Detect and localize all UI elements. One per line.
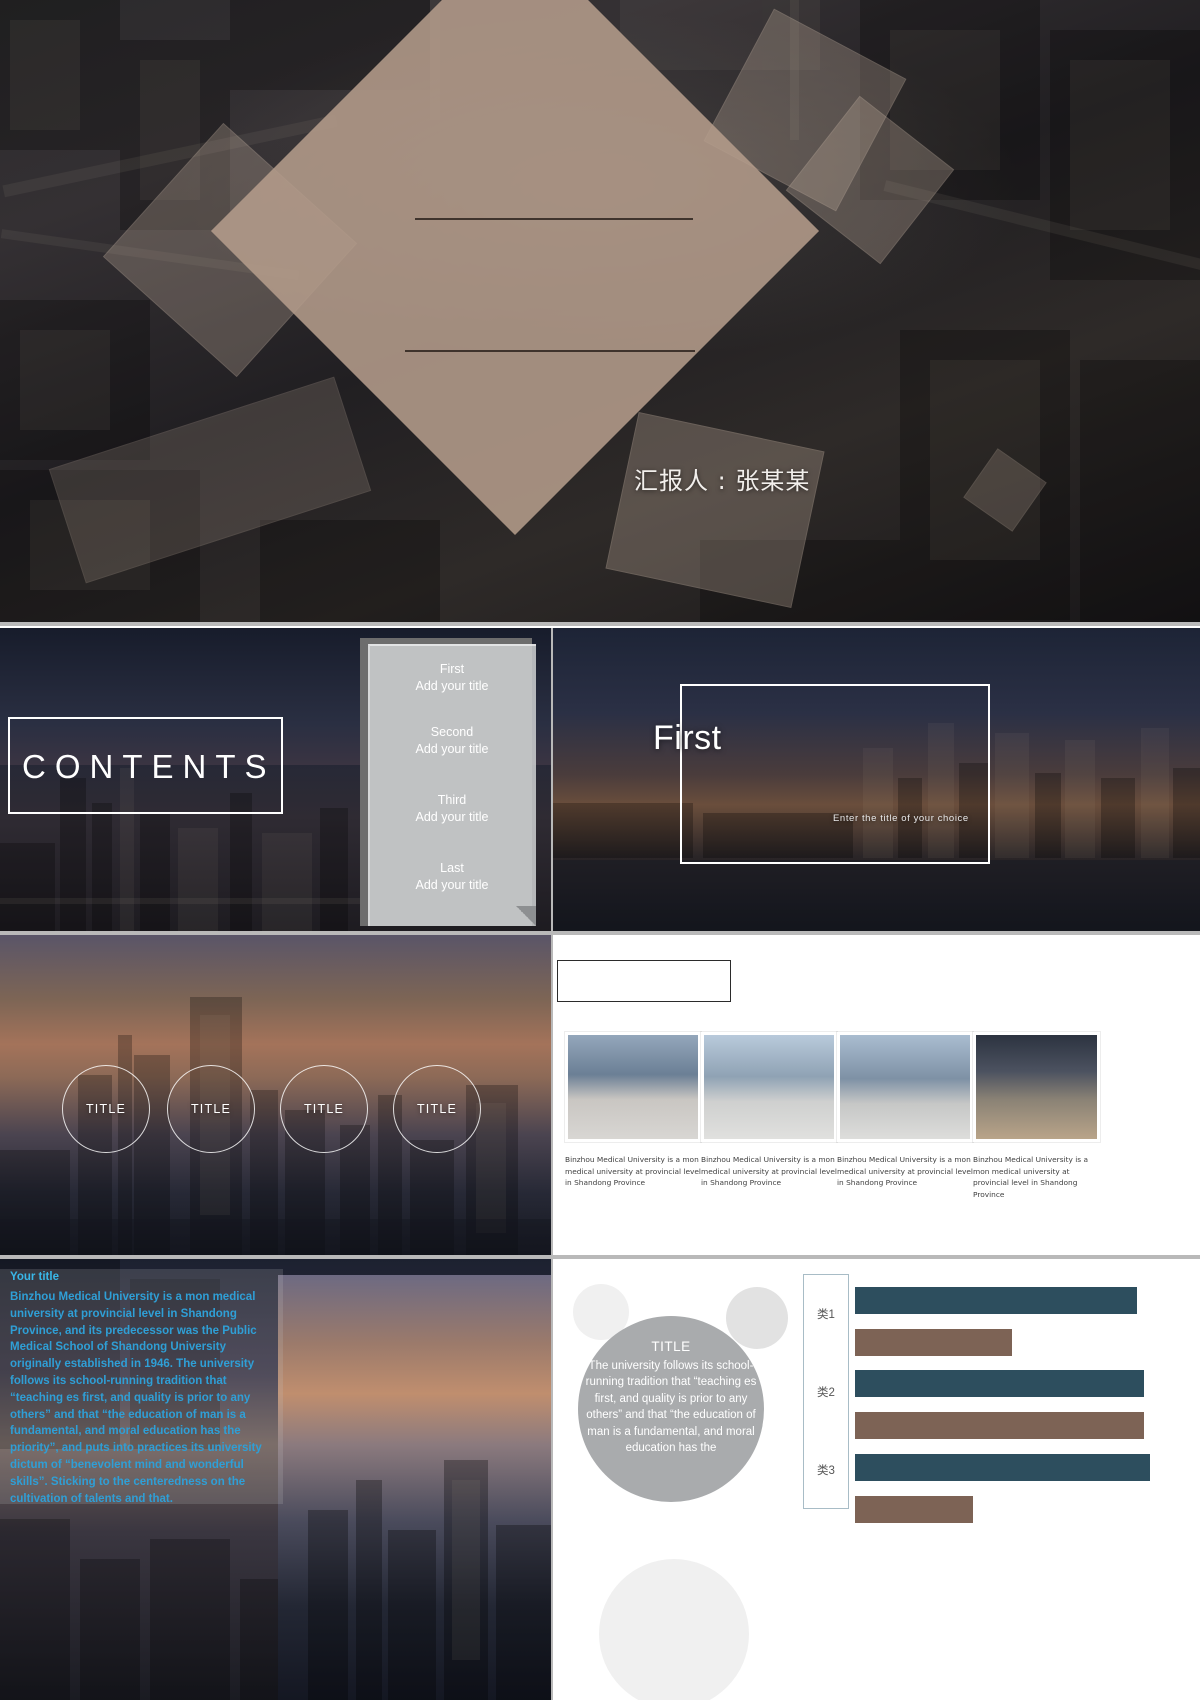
section-frame (680, 684, 990, 864)
contents-heading: CONTENTS (22, 748, 276, 785)
slide-chart: TITLE The university follows its school-… (553, 1259, 1200, 1700)
circle-title-4[interactable]: TITLE (393, 1065, 481, 1153)
title-rules (0, 0, 1200, 622)
toc-item-1-number: First (439, 662, 465, 676)
toc-item-2-number: Second (430, 725, 474, 739)
bubble-title: TITLE (651, 1339, 691, 1354)
bubble-body: The university follows its school-runnin… (585, 1359, 757, 1455)
toc-item-1-label: Add your title (415, 679, 489, 693)
slide-divider-vertical-3 (551, 1259, 553, 1700)
gallery-image-4 (973, 1032, 1100, 1142)
text-slide-body: Binzhou Medical University is a mon medi… (10, 1291, 262, 1505)
toc-item-1[interactable]: First Add your title (368, 661, 536, 695)
circle-title-3-label: TITLE (303, 1102, 345, 1116)
slide-divider-vertical-2 (551, 935, 553, 1257)
slide-divider-2 (0, 931, 1200, 935)
bar-series2-cat2 (855, 1412, 1144, 1439)
toc-item-2[interactable]: Second Add your title (368, 724, 536, 758)
decorative-bubble-bottom (599, 1559, 749, 1700)
circle-title-1-label: TITLE (85, 1102, 127, 1116)
toc-item-3-number: Third (437, 793, 467, 807)
title-rule-bottom (405, 350, 695, 352)
bar-series1-cat2 (855, 1370, 1144, 1397)
slide-title: 汇报人 : 张某某 (0, 0, 1200, 622)
toc-item-4[interactable]: Last Add your title (368, 860, 536, 894)
text-slide-photo (278, 1275, 551, 1700)
toc-item-2-label: Add your title (415, 742, 489, 756)
gallery-card-2[interactable]: Binzhou Medical University is a mon medi… (701, 1032, 837, 1189)
circle-title-2-label: TITLE (190, 1102, 232, 1116)
toc-item-4-label: Add your title (415, 878, 489, 892)
section-subtitle: Enter the title of your choice (833, 813, 969, 824)
circle-title-3[interactable]: TITLE (280, 1065, 368, 1153)
slide-section-first: First Enter the title of your choice (553, 628, 1200, 933)
bubble-text: TITLE The university follows its school-… (581, 1339, 761, 1457)
gallery-card-4[interactable]: Binzhou Medical University is a mon medi… (973, 1032, 1100, 1200)
bar-series1-cat1 (855, 1287, 1138, 1314)
bar-chart: 类1 类2 类3 (803, 1274, 1183, 1539)
circle-title-4-label: TITLE (416, 1102, 458, 1116)
slide-circles: TITLE TITLE TITLE TITLE (0, 935, 551, 1257)
bar-series2-cat1 (855, 1329, 1013, 1356)
gallery-caption-3: Binzhou Medical University is a mon medi… (837, 1155, 973, 1187)
title-rule-top (415, 218, 693, 220)
gallery-card-3[interactable]: Binzhou Medical University is a mon medi… (837, 1032, 973, 1189)
slide-divider-3 (0, 1255, 1200, 1259)
gallery-title-box[interactable] (557, 960, 731, 1002)
presenter-name: 汇报人 : 张某某 (634, 467, 811, 495)
category-label-1: 类1 (817, 1309, 835, 1321)
toc-item-4-number: Last (440, 861, 464, 875)
gallery-card-1[interactable]: Binzhou Medical University is a mon medi… (565, 1032, 701, 1189)
gallery-caption-1: Binzhou Medical University is a mon medi… (565, 1155, 701, 1187)
slide-gallery: Binzhou Medical University is a mon medi… (553, 935, 1200, 1257)
slide-text-photo: Your title Binzhou Medical University is… (0, 1259, 551, 1700)
circle-title-2[interactable]: TITLE (167, 1065, 255, 1153)
gallery-image-2 (701, 1032, 837, 1142)
gallery-image-1 (565, 1032, 701, 1142)
category-label-2: 类2 (817, 1387, 835, 1399)
category-label-3: 类3 (817, 1465, 835, 1477)
slide-divider-vertical-1 (551, 628, 553, 933)
toc-item-3[interactable]: Third Add your title (368, 792, 536, 826)
toc-item-3-label: Add your title (415, 810, 489, 824)
paper-fold-corner (516, 906, 536, 926)
gallery-caption-2: Binzhou Medical University is a mon medi… (701, 1155, 837, 1187)
text-slide-title: Your title (10, 1271, 59, 1283)
circle-title-1[interactable]: TITLE (62, 1065, 150, 1153)
slide-divider-1 (0, 622, 1200, 626)
bar-series1-cat3 (855, 1454, 1151, 1481)
presentation-deck: 汇报人 : 张某某 CONTENTS First Add your title (0, 0, 1200, 1700)
gallery-caption-4: Binzhou Medical University is a mon medi… (973, 1155, 1089, 1199)
gallery-image-3 (837, 1032, 973, 1142)
bar-series2-cat3 (855, 1496, 974, 1523)
section-title: First (653, 719, 722, 757)
slide-contents: CONTENTS First Add your title Second Add… (0, 628, 551, 933)
